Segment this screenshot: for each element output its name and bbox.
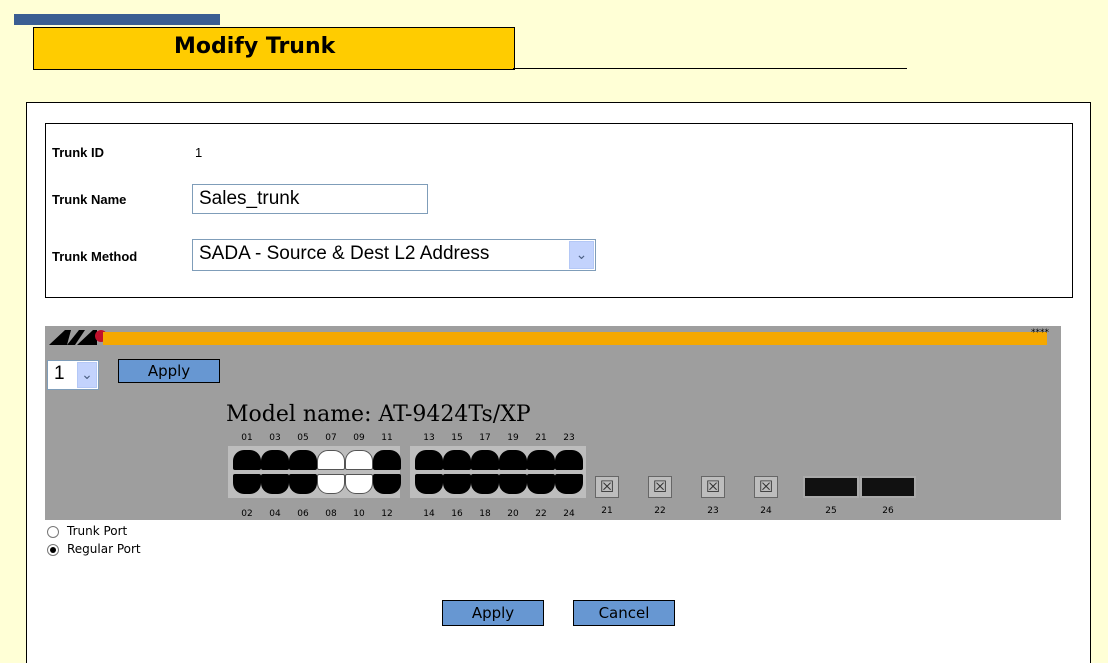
- port-22[interactable]: [527, 474, 555, 494]
- port-15[interactable]: [443, 450, 471, 470]
- sfp-port-21[interactable]: ☒: [595, 476, 619, 498]
- port-number: 03: [269, 433, 281, 443]
- port-number: 24: [563, 509, 575, 519]
- port-23[interactable]: [555, 450, 583, 470]
- port-number: 15: [451, 433, 463, 443]
- port-number: 16: [451, 509, 463, 519]
- unit-apply-button[interactable]: Apply: [118, 359, 220, 383]
- port-number: 09: [353, 433, 365, 443]
- page-title: Modify Trunk: [174, 34, 336, 59]
- apply-button[interactable]: Apply: [442, 600, 544, 626]
- port-number: 18: [479, 509, 491, 519]
- model-name: Model name: AT-9424Ts/XP: [226, 402, 531, 427]
- port-number: 07: [325, 433, 337, 443]
- port-10[interactable]: [345, 474, 373, 494]
- port-number: 26: [882, 506, 894, 516]
- port-14[interactable]: [415, 474, 443, 494]
- port-number: 10: [353, 509, 365, 519]
- port-number: 13: [423, 433, 435, 443]
- cancel-button[interactable]: Cancel: [573, 600, 675, 626]
- port-number: 05: [297, 433, 309, 443]
- port-13[interactable]: [415, 450, 443, 470]
- trunk-port-label: Trunk Port: [67, 524, 128, 538]
- trunk-port-radio[interactable]: [47, 526, 59, 538]
- port-number: 23: [563, 433, 575, 443]
- port-04[interactable]: [261, 474, 289, 494]
- port-16[interactable]: [443, 474, 471, 494]
- trunk-form: Trunk ID 1 Trunk Name Sales_trunk Trunk …: [45, 123, 1073, 298]
- switch-panel: **** 1 ⌄ Apply Model name: AT-9424Ts/XP …: [45, 326, 1061, 520]
- trunk-name-input[interactable]: Sales_trunk: [192, 184, 428, 214]
- port-09[interactable]: [345, 450, 373, 470]
- port-number: 19: [507, 433, 519, 443]
- device-status-bar: [103, 332, 1047, 345]
- port-number: 11: [381, 433, 393, 443]
- port-number: 21: [601, 506, 613, 516]
- port-21[interactable]: [527, 450, 555, 470]
- port-01[interactable]: [233, 450, 261, 470]
- chevron-down-icon[interactable]: ⌄: [77, 362, 97, 388]
- device-stars: ****: [1031, 328, 1049, 338]
- regular-port-radio[interactable]: [47, 544, 59, 556]
- trunk-method-value: SADA - Source & Dest L2 Address: [199, 243, 490, 264]
- trunk-id-value: 1: [195, 145, 203, 160]
- port-number: 22: [654, 506, 666, 516]
- port-03[interactable]: [261, 450, 289, 470]
- unit-select[interactable]: 1 ⌄: [47, 360, 99, 390]
- port-18[interactable]: [471, 474, 499, 494]
- port-08[interactable]: [317, 474, 345, 494]
- port-02[interactable]: [233, 474, 261, 494]
- main-panel: Trunk ID 1 Trunk Name Sales_trunk Trunk …: [26, 102, 1091, 663]
- sfp-port-22[interactable]: ☒: [648, 476, 672, 498]
- xfp-port-25[interactable]: [803, 476, 859, 498]
- port-number: 02: [241, 509, 253, 519]
- trunk-method-select[interactable]: SADA - Source & Dest L2 Address ⌄: [192, 239, 596, 271]
- port-07[interactable]: [317, 450, 345, 470]
- port-number: 01: [241, 433, 253, 443]
- port-12[interactable]: [373, 474, 401, 494]
- regular-port-label: Regular Port: [67, 542, 141, 556]
- port-05[interactable]: [289, 450, 317, 470]
- title-underline: [513, 68, 907, 69]
- port-24[interactable]: [555, 474, 583, 494]
- trunk-name-label: Trunk Name: [52, 192, 127, 207]
- port-11[interactable]: [373, 450, 401, 470]
- xfp-port-26[interactable]: [860, 476, 916, 498]
- sfp-port-24[interactable]: ☒: [754, 476, 778, 498]
- port-number: 23: [707, 506, 719, 516]
- port-number: 21: [535, 433, 547, 443]
- port-number: 22: [535, 509, 547, 519]
- port-number: 25: [825, 506, 837, 516]
- title-accent-bar: [14, 14, 220, 25]
- port-number: 12: [381, 509, 393, 519]
- port-19[interactable]: [499, 450, 527, 470]
- port-number: 20: [507, 509, 519, 519]
- port-number: 04: [269, 509, 281, 519]
- title-banner: Modify Trunk: [33, 27, 515, 70]
- port-06[interactable]: [289, 474, 317, 494]
- port-number: 08: [325, 509, 337, 519]
- allied-telesis-logo: [49, 330, 107, 345]
- port-20[interactable]: [499, 474, 527, 494]
- port-number: 17: [479, 433, 491, 443]
- trunk-id-label: Trunk ID: [52, 145, 105, 160]
- unit-value: 1: [54, 363, 65, 384]
- port-17[interactable]: [471, 450, 499, 470]
- port-number: 06: [297, 509, 309, 519]
- sfp-port-23[interactable]: ☒: [701, 476, 725, 498]
- port-number: 24: [760, 506, 772, 516]
- port-number: 14: [423, 509, 435, 519]
- chevron-down-icon[interactable]: ⌄: [569, 241, 594, 269]
- trunk-method-label: Trunk Method: [52, 249, 138, 264]
